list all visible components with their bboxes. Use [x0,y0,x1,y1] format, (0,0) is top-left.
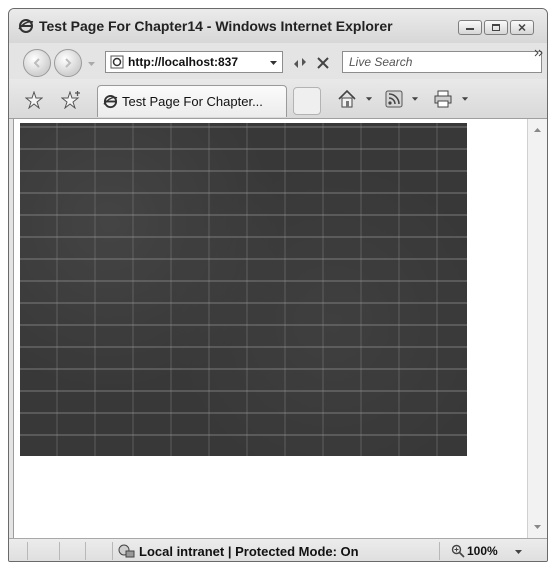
maximize-icon [492,24,500,31]
favorites-star-icon[interactable] [25,91,43,109]
zoom-level[interactable]: 100% [467,544,498,558]
zoom-icon[interactable] [451,544,465,558]
back-arrow-icon [33,58,40,68]
intranet-globe-icon [118,544,135,558]
status-divider [85,542,86,560]
search-input[interactable]: Live Search [342,51,542,73]
forward-button[interactable] [54,49,82,77]
navigation-bar: http://localhost:837 Live Search [9,43,547,79]
address-text[interactable]: http://localhost:837 [128,55,238,69]
brick-wall-image [20,123,467,456]
minimize-icon [466,28,474,30]
stop-icon[interactable] [315,55,331,71]
scroll-up-icon[interactable] [533,127,542,133]
title-bar: Test Page For Chapter14 - Windows Intern… [9,9,547,43]
minimize-button[interactable] [458,20,482,35]
ie-icon [18,19,34,33]
scroll-down-icon[interactable] [533,524,542,530]
print-icon[interactable] [433,90,453,108]
status-divider [439,542,440,560]
page-content [13,119,527,538]
forward-arrow-icon [65,58,72,68]
ie-icon [103,94,118,109]
status-divider [59,542,60,560]
status-bar: Local intranet | Protected Mode: On 100% [9,538,547,561]
chevron-down-icon[interactable] [269,60,278,66]
window-title: Test Page For Chapter14 - Windows Intern… [39,18,393,34]
status-zone-text[interactable]: Local intranet | Protected Mode: On [139,544,359,559]
status-divider [112,542,113,560]
back-button[interactable] [23,49,51,77]
browser-window: Test Page For Chapter14 - Windows Intern… [8,8,548,562]
search-placeholder: Live Search [349,55,413,69]
history-dropdown-icon[interactable] [87,61,96,67]
page-icon [110,55,124,69]
chevron-down-icon[interactable] [411,96,419,102]
chevron-down-icon[interactable] [461,96,469,102]
chevron-right-double-icon[interactable] [534,49,544,57]
maximize-button[interactable] [484,20,508,35]
address-bar[interactable]: http://localhost:837 [105,51,283,73]
home-icon[interactable] [337,89,357,109]
close-button[interactable] [510,20,534,35]
tab-bar: Test Page For Chapter... [9,79,547,119]
tab-label: Test Page For Chapter... [122,94,263,109]
rss-feed-icon[interactable] [385,90,403,108]
vertical-scrollbar[interactable] [527,119,547,538]
new-tab-button[interactable] [293,87,321,115]
tab-active[interactable]: Test Page For Chapter... [97,85,287,117]
close-icon [518,24,526,31]
add-favorites-icon[interactable] [61,91,81,109]
chevron-down-icon[interactable] [514,549,523,555]
status-divider [27,542,28,560]
chevron-down-icon[interactable] [365,96,373,102]
refresh-icon[interactable] [291,55,309,71]
